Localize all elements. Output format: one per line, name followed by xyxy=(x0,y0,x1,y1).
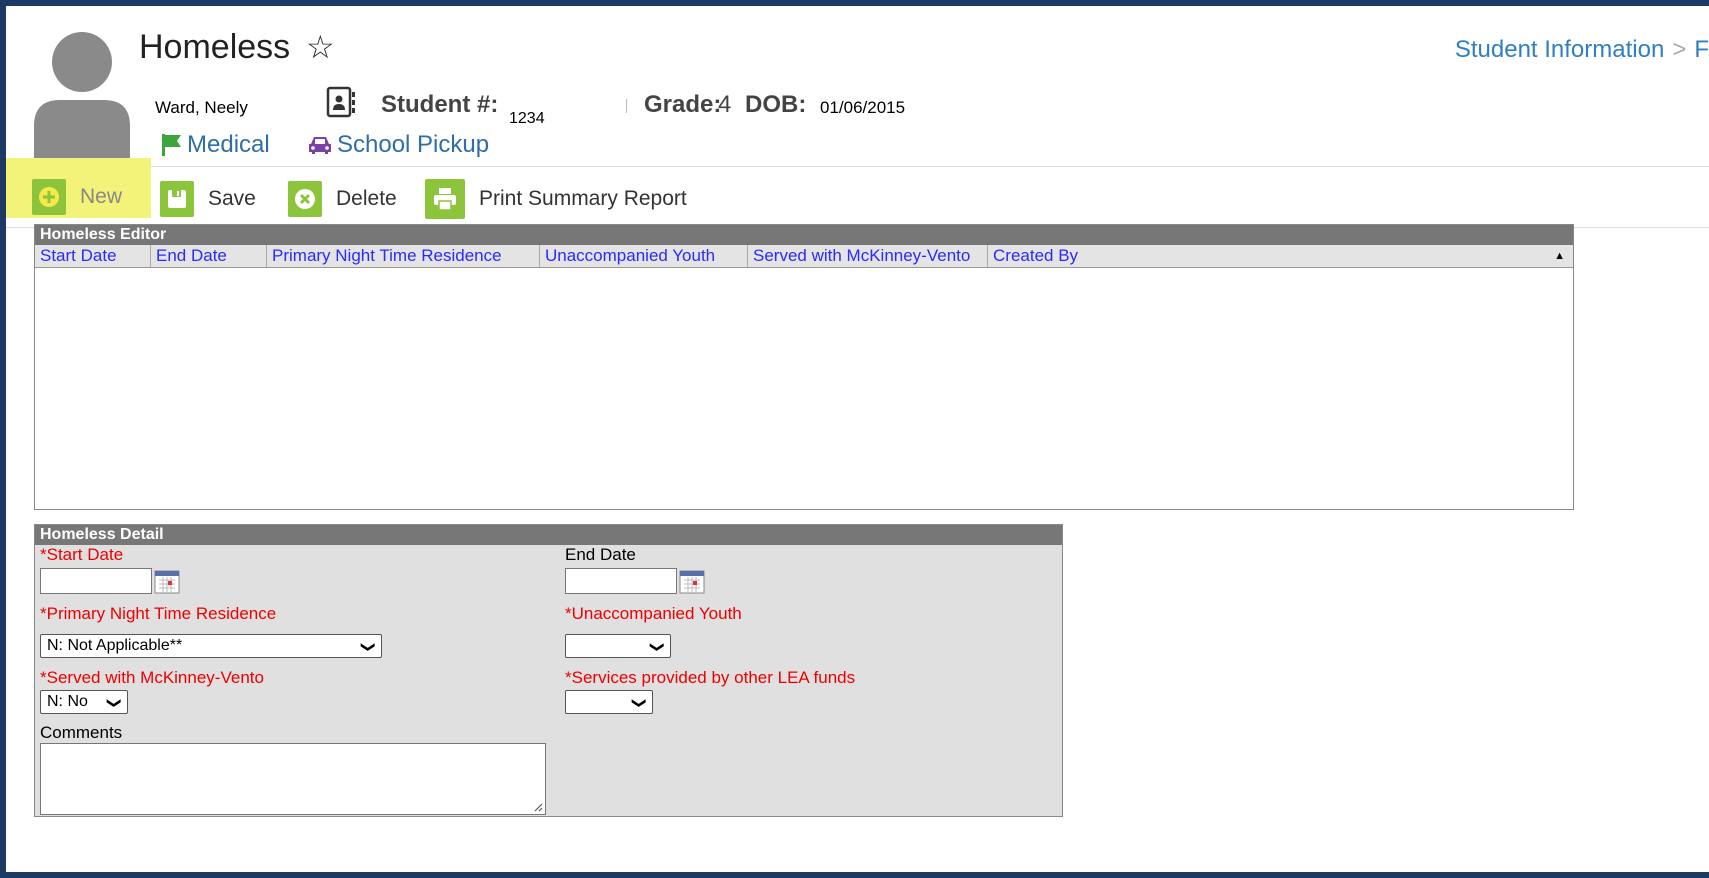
new-button-label: New xyxy=(80,185,123,208)
delete-button[interactable]: Delete xyxy=(288,178,397,220)
primary-night-time-residence-select[interactable]: N: Not Applicable** ❯ xyxy=(40,634,382,658)
save-button-label: Save xyxy=(208,187,256,210)
column-end-date[interactable]: End Date xyxy=(151,245,267,267)
school-pickup-label: School Pickup xyxy=(337,131,490,158)
floppy-disk-icon xyxy=(160,181,194,217)
breadcrumb: Student Information > F xyxy=(1455,36,1709,64)
sort-up-icon[interactable]: ▲ xyxy=(1554,250,1565,262)
calendar-icon[interactable] xyxy=(154,568,180,594)
comments-label: Comments xyxy=(40,723,123,742)
student-number-label: Student #: xyxy=(381,91,499,118)
column-start-date[interactable]: Start Date xyxy=(35,245,151,267)
comments-textarea[interactable] xyxy=(40,743,546,815)
homeless-editor-title: Homeless Editor xyxy=(35,225,1573,245)
chevron-right-icon: > xyxy=(1672,36,1687,63)
student-number-value: 1234 xyxy=(509,110,545,127)
primary-night-time-residence-value: N: Not Applicable** xyxy=(47,637,183,654)
chevron-down-icon: ❯ xyxy=(632,697,649,709)
dob-value: 01/06/2015 xyxy=(820,98,906,117)
column-unaccompanied-youth[interactable]: Unaccompanied Youth xyxy=(540,245,748,267)
medical-flag[interactable]: Medical xyxy=(161,131,270,159)
school-pickup-flag[interactable]: School Pickup xyxy=(307,131,489,159)
services-other-lea-funds-select[interactable]: ❯ xyxy=(565,690,653,714)
column-served-with-mckinney-vento[interactable]: Served with McKinney-Vento xyxy=(748,245,988,267)
medical-flag-label: Medical xyxy=(187,131,270,158)
start-date-label: *Start Date xyxy=(40,545,124,564)
student-name: Ward, Neely xyxy=(155,98,248,117)
divider xyxy=(6,166,1709,167)
x-circle-icon xyxy=(288,181,322,217)
chevron-down-icon: ❯ xyxy=(107,697,124,709)
chevron-down-icon: ❯ xyxy=(361,641,378,653)
breadcrumb-student-information[interactable]: Student Information xyxy=(1455,36,1664,63)
divider xyxy=(626,99,627,113)
contact-card-icon[interactable] xyxy=(326,86,356,118)
homeless-editor: Homeless Editor Start Date End Date Prim… xyxy=(34,224,1574,510)
services-other-lea-funds-label: *Services provided by other LEA funds xyxy=(565,668,856,687)
print-summary-report-label: Print Summary Report xyxy=(479,187,687,210)
unaccompanied-youth-select[interactable]: ❯ xyxy=(565,634,671,658)
plus-circle-icon xyxy=(32,179,66,215)
page-title: Homeless xyxy=(139,28,291,66)
grade-value: 4 xyxy=(718,91,732,118)
primary-night-time-residence-label: *Primary Night Time Residence xyxy=(40,604,277,623)
column-created-by[interactable]: Created By xyxy=(988,245,1571,267)
student-avatar-icon xyxy=(34,32,130,158)
car-icon xyxy=(309,137,331,154)
chevron-down-icon: ❯ xyxy=(650,641,667,653)
grid-header: Start Date End Date Primary Night Time R… xyxy=(35,245,1573,268)
grade-label: Grade: xyxy=(644,91,722,118)
column-primary-night-time-residence[interactable]: Primary Night Time Residence xyxy=(267,245,540,267)
breadcrumb-next[interactable]: F xyxy=(1694,36,1709,63)
printer-icon xyxy=(425,179,465,219)
delete-button-label: Delete xyxy=(336,187,397,210)
favorite-star-icon[interactable]: ☆ xyxy=(306,31,335,63)
served-with-mckinney-vento-select[interactable]: N: No ❯ xyxy=(40,690,128,714)
dob-label: DOB: xyxy=(745,91,807,118)
calendar-icon[interactable] xyxy=(679,568,705,594)
end-date-input[interactable] xyxy=(565,568,677,594)
grid-body xyxy=(35,268,1573,506)
homeless-detail: Homeless Detail *Start Date End Date *Pr… xyxy=(34,524,1063,817)
unaccompanied-youth-label: *Unaccompanied Youth xyxy=(565,604,742,623)
new-button[interactable]: New xyxy=(32,176,122,218)
start-date-input[interactable] xyxy=(40,568,152,594)
save-button[interactable]: Save xyxy=(160,178,256,220)
served-with-mckinney-vento-label: *Served with McKinney-Vento xyxy=(40,668,264,687)
print-summary-report-button[interactable]: Print Summary Report xyxy=(425,178,687,220)
end-date-label: End Date xyxy=(565,545,636,564)
served-with-mckinney-vento-value: N: No xyxy=(47,693,88,710)
resize-handle-icon[interactable] xyxy=(533,802,543,812)
app-window: Homeless ☆ Student Information > F Ward, N… xyxy=(6,6,1709,872)
homeless-detail-title: Homeless Detail xyxy=(35,525,1062,545)
flag-icon xyxy=(162,134,181,156)
